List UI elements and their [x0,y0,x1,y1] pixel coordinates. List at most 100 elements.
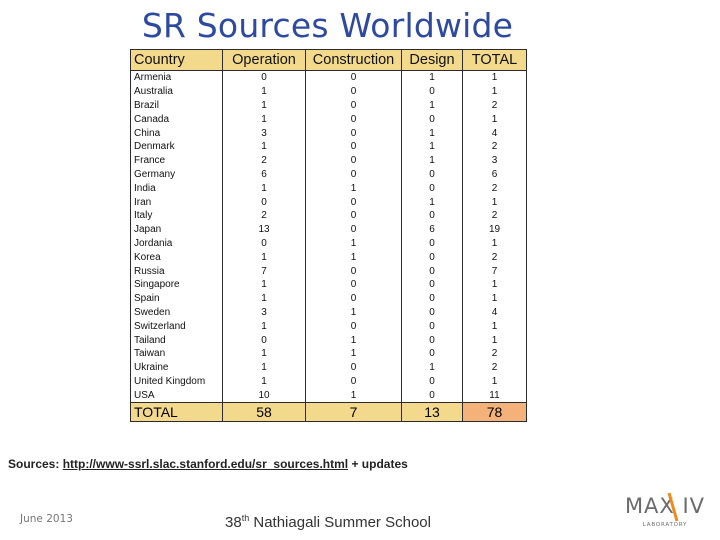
cell-construction: 1 [305,333,402,347]
cell-operation: 1 [222,374,306,389]
cell-construction: 0 [305,195,402,209]
cell-construction: 0 [305,291,402,306]
cell-country: Brazil [130,98,223,113]
cell-construction: 0 [305,112,402,127]
logo-subtitle: LABORATORY [643,522,687,528]
cell-operation: 1 [222,98,306,113]
cell-construction: 0 [305,264,402,278]
table-row: Brazil 1 0 1 2 [130,98,527,113]
cell-country: France [130,153,223,168]
table-row: France 2 0 1 3 [130,153,527,168]
cell-operation: 10 [222,388,306,403]
cell-operation: 1 [222,319,306,334]
cell-design: 0 [401,374,463,389]
table-row: Italy 2 0 0 2 [130,208,527,223]
footer-ordinal: 38 [225,514,242,531]
cell-total: 7 [462,264,527,278]
cell-country: Italy [130,208,223,223]
cell-design: 0 [401,84,463,99]
sources-link[interactable]: http://www-ssrl.slac.stanford.edu/sr_sou… [63,457,348,471]
table-row: Germany 6 0 0 6 [130,167,527,182]
cell-country: China [130,126,223,140]
totals-operation: 58 [222,402,306,423]
table-row: Canada 1 0 0 1 [130,112,527,127]
sources-table: Country Operation Construction Design TO… [130,49,527,423]
totals-row: TOTAL 58 7 13 78 [130,402,527,423]
cell-construction: 1 [305,305,402,320]
cell-construction: 1 [305,250,402,265]
cell-construction: 0 [305,84,402,99]
table-row: Armenia 0 0 1 1 [130,70,527,85]
cell-design: 1 [401,153,463,168]
cell-design: 1 [401,98,463,113]
cell-country: Ukraine [130,360,223,375]
cell-operation: 2 [222,153,306,168]
table-row: Sweden 3 1 0 4 [130,305,527,320]
table-row: Iran 0 0 1 1 [130,195,527,209]
cell-total: 2 [462,98,527,113]
slide-title: SR Sources Worldwide [141,6,514,45]
cell-total: 1 [462,84,527,99]
totals-grand: 78 [462,402,527,423]
table-row: Japan 13 0 6 19 [130,222,527,237]
cell-total: 1 [462,236,527,251]
cell-operation: 6 [222,167,306,182]
table-row: China 3 0 1 4 [130,126,527,140]
cell-country: Canada [130,112,223,127]
cell-operation: 1 [222,277,306,292]
cell-country: Korea [130,250,223,265]
cell-construction: 0 [305,98,402,113]
table-row: USA 10 1 0 11 [130,388,527,403]
cell-total: 1 [462,277,527,292]
cell-country: India [130,181,223,196]
table-row: Singapore 1 0 0 1 [130,277,527,292]
footer-event: 38th Nathiagali Summer School [225,513,431,531]
cell-country: Denmark [130,139,223,154]
sources-label: Sources: [8,457,60,471]
cell-construction: 1 [305,181,402,196]
cell-construction: 1 [305,346,402,361]
footer-ordinal-suffix: th [241,513,250,523]
cell-construction: 0 [305,153,402,168]
cell-design: 6 [401,222,463,237]
cell-total: 4 [462,126,527,140]
cell-construction: 0 [305,374,402,389]
header-design: Design [401,49,463,71]
cell-operation: 1 [222,181,306,196]
cell-total: 6 [462,167,527,182]
table-row: Tailand 0 1 0 1 [130,333,527,347]
header-country: Country [130,49,223,71]
cell-operation: 7 [222,264,306,278]
cell-construction: 0 [305,70,402,85]
cell-country: Switzerland [130,319,223,334]
cell-design: 0 [401,112,463,127]
cell-total: 1 [462,112,527,127]
cell-design: 0 [401,346,463,361]
cell-total: 4 [462,305,527,320]
cell-country: Australia [130,84,223,99]
cell-total: 1 [462,319,527,334]
cell-construction: 0 [305,360,402,375]
cell-operation: 3 [222,126,306,140]
cell-design: 1 [401,360,463,375]
cell-total: 3 [462,153,527,168]
header-operation: Operation [222,49,306,71]
cell-country: Iran [130,195,223,209]
cell-country: Sweden [130,305,223,320]
cell-total: 2 [462,360,527,375]
cell-design: 0 [401,319,463,334]
cell-total: 2 [462,181,527,196]
cell-construction: 0 [305,222,402,237]
cell-total: 11 [462,388,527,403]
cell-country: Tailand [130,333,223,347]
cell-design: 0 [401,277,463,292]
cell-operation: 1 [222,360,306,375]
table-row: Ukraine 1 0 1 2 [130,360,527,375]
cell-total: 2 [462,208,527,223]
cell-total: 2 [462,346,527,361]
cell-construction: 0 [305,167,402,182]
cell-operation: 1 [222,112,306,127]
cell-construction: 0 [305,277,402,292]
cell-country: Singapore [130,277,223,292]
cell-construction: 0 [305,139,402,154]
